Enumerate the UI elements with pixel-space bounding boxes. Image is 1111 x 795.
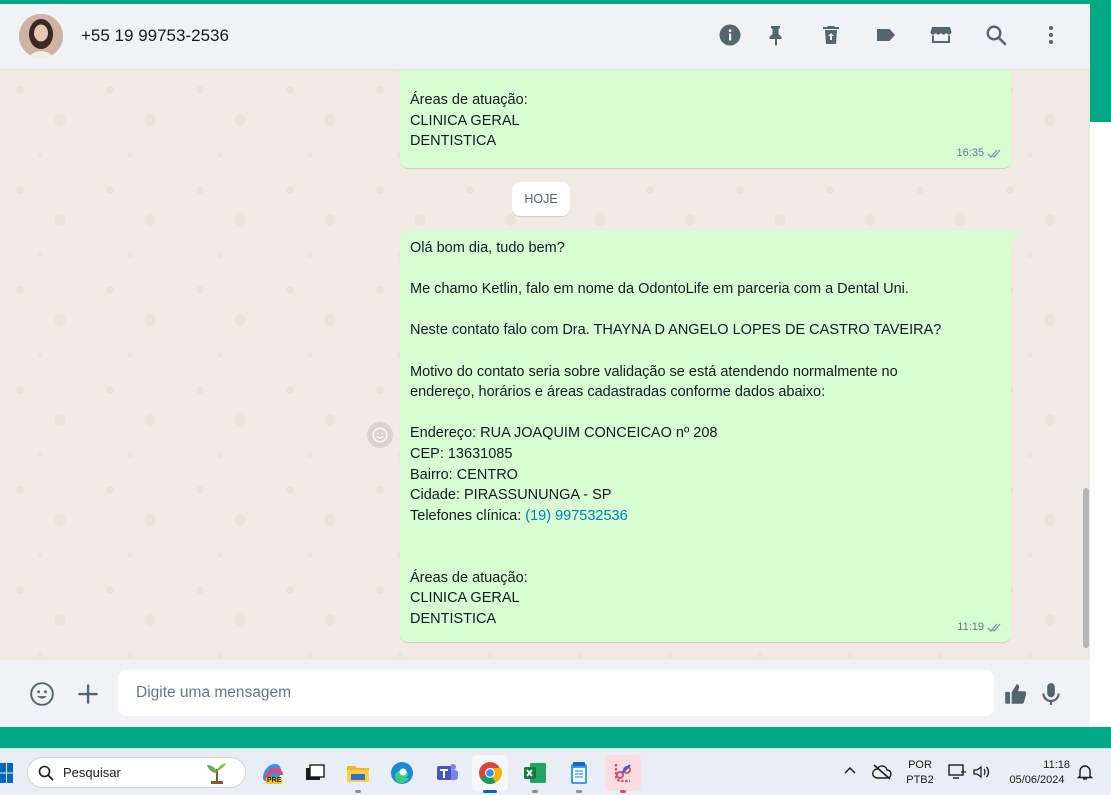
- message-line: CLINICA GERAL: [410, 112, 520, 129]
- message-line: Cidade: PIRASSUNUNGA - SP: [410, 487, 612, 504]
- message-line: [410, 341, 1001, 362]
- message-line: [410, 259, 1001, 280]
- attach-plus-icon[interactable]: [73, 679, 103, 709]
- message-line: [410, 300, 1001, 321]
- folder-icon: [347, 766, 369, 782]
- right-page-strip: [1090, 122, 1111, 727]
- message-line: CEP: 13631085: [410, 445, 513, 462]
- phone-label: Telefones clínica:: [410, 507, 526, 524]
- windows-taskbar: Pesquisar PRE POR PTB2 11:18 05/06/2024: [0, 748, 1111, 795]
- chrome-icon: [479, 762, 502, 784]
- running-indicator: [620, 790, 626, 793]
- running-indicator: [532, 790, 538, 793]
- pin-icon[interactable]: [761, 20, 791, 50]
- cloud-offline-icon[interactable]: [872, 763, 892, 786]
- message-time: 16:35: [956, 147, 984, 160]
- edge-icon: [391, 762, 413, 784]
- message-line: Áreas de atuação:: [410, 92, 528, 108]
- message-line: Motivo do contato seria sobre validação …: [410, 363, 898, 380]
- chevron-up-icon[interactable]: [843, 764, 857, 783]
- message-line: Bairro: CENTRO: [410, 466, 518, 483]
- message-line: Neste contato falo com Dra. THAYNA D ANG…: [410, 322, 942, 339]
- message-bubble-outgoing[interactable]: Olá bom dia, tudo bem? Me chamo Ketlin, …: [400, 231, 1011, 642]
- bubble-tail: [1011, 231, 1019, 241]
- taskbar-task-view[interactable]: [297, 755, 333, 791]
- phone-link[interactable]: (19) 997532536: [525, 508, 627, 524]
- double-check-icon: [987, 623, 1001, 633]
- emoji-icon[interactable]: [27, 679, 57, 709]
- keyboard-layout: PTB2: [906, 774, 934, 786]
- message-meta: 16:35: [956, 143, 1003, 164]
- running-indicator: [576, 790, 582, 793]
- date-separator: HOJE: [512, 182, 570, 216]
- taskbar-edge[interactable]: [384, 755, 420, 791]
- search-icon[interactable]: [981, 20, 1011, 50]
- search-label: Pesquisar: [63, 765, 121, 780]
- delete-icon[interactable]: [816, 20, 846, 50]
- microphone-icon[interactable]: [1036, 679, 1066, 709]
- taskbar-file-explorer[interactable]: [340, 755, 376, 793]
- search-icon: [38, 765, 54, 781]
- message-line: CLINICA GERAL: [410, 590, 520, 607]
- message-line: Telefones clínica: (19) 997532536: [410, 506, 1001, 527]
- volume-icon[interactable]: [972, 763, 992, 786]
- message-line: Olá bom dia, tudo bem?: [410, 240, 565, 256]
- task-view-icon: [306, 764, 325, 780]
- taskbar-teams[interactable]: [429, 755, 465, 791]
- taskbar-chrome[interactable]: [472, 755, 508, 793]
- plant-icon: [207, 763, 226, 784]
- taskbar-excel[interactable]: [517, 755, 553, 793]
- whatsapp-window: +55 19 99753-2536 Áreas de atuação: CLIN: [0, 4, 1090, 727]
- contact-avatar[interactable]: [19, 14, 63, 58]
- preview-badge: PRE: [266, 777, 283, 784]
- message-line: DENTISTICA: [410, 610, 497, 627]
- notification-bell-icon[interactable]: [1076, 763, 1094, 786]
- message-bubble-outgoing[interactable]: Áreas de atuação: CLINICA GERAL DENTISTI…: [400, 70, 1011, 168]
- notepad-icon: [571, 762, 587, 784]
- message-meta: 11:19: [957, 617, 1003, 638]
- clock-time: 11:18: [1043, 759, 1070, 771]
- system-clock[interactable]: 11:18 05/06/2024: [1002, 758, 1072, 788]
- message-line: endereço, horários e áreas cadastradas c…: [410, 384, 826, 401]
- store-icon[interactable]: [926, 20, 956, 50]
- network-icon[interactable]: [948, 763, 968, 786]
- message-line: Me chamo Ketlin, falo em nome da OdontoL…: [410, 281, 909, 298]
- language-code: POR: [908, 759, 932, 771]
- contact-name[interactable]: +55 19 99753-2536: [81, 26, 229, 46]
- scrollbar-thumb[interactable]: [1083, 488, 1089, 648]
- message-line: DENTISTICA: [410, 133, 497, 150]
- excel-icon: [524, 763, 546, 783]
- smiley-icon: [372, 427, 388, 443]
- menu-icon[interactable]: [1036, 20, 1066, 50]
- message-composer: [0, 660, 1090, 727]
- taskbar-search[interactable]: Pesquisar: [27, 757, 246, 788]
- windows-start-icon[interactable]: [0, 762, 14, 784]
- message-input[interactable]: [118, 670, 994, 716]
- chat-header[interactable]: +55 19 99753-2536: [0, 4, 1090, 70]
- taskbar-snipping-tool[interactable]: [605, 755, 641, 793]
- running-indicator: [355, 790, 361, 793]
- double-check-icon: [987, 149, 1001, 159]
- reaction-button[interactable]: [367, 422, 393, 448]
- clock-date: 05/06/2024: [1009, 774, 1065, 786]
- teams-icon: [437, 764, 458, 780]
- active-indicator: [483, 790, 497, 793]
- message-line: [410, 403, 1001, 424]
- chat-scrollbar[interactable]: [1082, 70, 1090, 660]
- thumbs-up-icon[interactable]: [1001, 679, 1031, 709]
- label-icon[interactable]: [871, 20, 901, 50]
- window-accent-strip: [1090, 4, 1111, 122]
- message-time: 11:19: [957, 621, 984, 634]
- taskbar-copilot[interactable]: PRE: [254, 755, 290, 791]
- input-language[interactable]: POR PTB2: [904, 758, 936, 788]
- conversation-panel[interactable]: Áreas de atuação: CLINICA GERAL DENTISTI…: [0, 70, 1090, 660]
- info-icon[interactable]: [715, 20, 745, 50]
- message-line: Endereço: RUA JOAQUIM CONCEICAO nº 208: [410, 425, 718, 442]
- snipping-tool-icon: [614, 764, 631, 783]
- message-line: Áreas de atuação:: [410, 569, 528, 586]
- taskbar-notepad[interactable]: [561, 755, 597, 793]
